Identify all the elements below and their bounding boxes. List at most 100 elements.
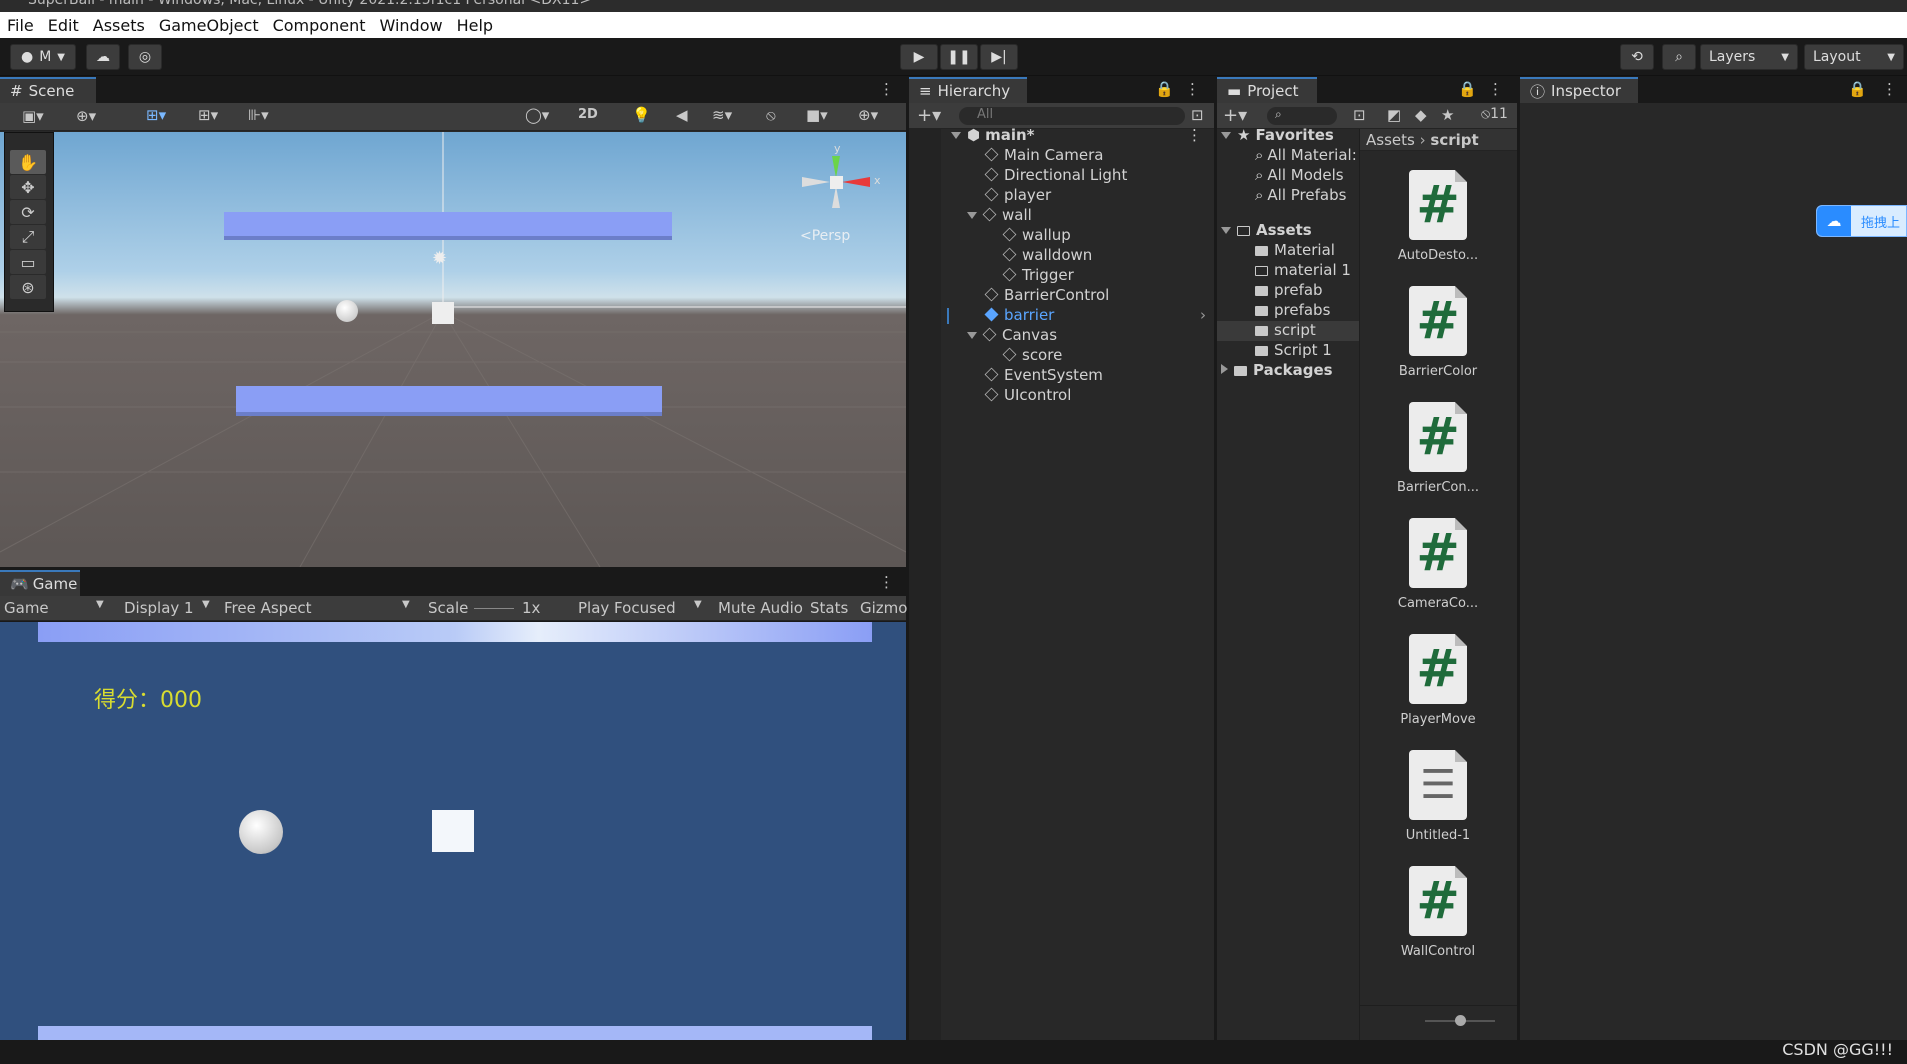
folder-item[interactable]: material 1 [1217,261,1359,281]
move-tool-icon[interactable]: ✥ [10,175,46,199]
more-icon[interactable]: ⋮ [1185,80,1200,98]
menu-assets[interactable]: Assets [86,16,152,35]
transform-tool-icon[interactable]: ⊛ [10,275,46,299]
effects-icon[interactable]: ≋▾ [712,106,732,124]
hierarchy-item[interactable]: walldown [909,246,1214,266]
rotate-tool-icon[interactable]: ⟳ [10,200,46,224]
hierarchy-item[interactable]: player [909,186,1214,206]
hierarchy-item[interactable]: wall [909,206,1214,226]
search-options-icon[interactable]: ⊡ [1353,106,1366,124]
hierarchy-item[interactable]: Directional Light [909,166,1214,186]
menu-gameobject[interactable]: GameObject [152,16,266,35]
more-icon[interactable]: ⋮ [879,573,894,591]
collab-button[interactable]: ◎ [128,44,162,70]
lock-icon[interactable]: 🔒 [1458,80,1477,98]
tab-game[interactable]: 🎮 Game [0,570,80,596]
script-asset[interactable]: # BarrierCon... [1366,402,1510,495]
visibility-icon[interactable]: ⦸ [766,106,776,124]
menu-window[interactable]: Window [372,16,449,35]
layers-dropdown[interactable]: Layers ▼ [1700,44,1798,70]
rect-tool-icon[interactable]: ▭ [10,250,46,274]
add-icon[interactable]: +▾ [917,105,941,126]
folder-item[interactable]: prefabs [1217,301,1359,321]
expand-arrow-icon[interactable] [967,212,977,219]
chevron-right-icon[interactable]: › [1200,306,1206,324]
hierarchy-item[interactable]: BarrierControl [909,286,1214,306]
globe-icon[interactable]: ⊕▾ [76,107,96,125]
hand-tool-icon[interactable]: ✋ [10,150,46,174]
lock-icon[interactable]: 🔒 [1155,80,1174,98]
script-asset[interactable]: # PlayerMove [1366,634,1510,727]
layout-dropdown[interactable]: Layout ▼ [1804,44,1904,70]
hierarchy-item[interactable]: Trigger [909,266,1214,286]
tab-scene[interactable]: # Scene [0,77,96,103]
assets-header[interactable]: Assets [1217,221,1359,241]
hidden-packages-toggle[interactable]: ⦸11 [1481,106,1508,122]
folder-item[interactable]: prefab [1217,281,1359,301]
mute-audio-toggle[interactable]: Mute Audio [718,599,803,617]
hierarchy-search-input[interactable]: All [959,107,1185,125]
lock-icon[interactable]: 🔒 [1848,80,1867,98]
orientation-gizmo[interactable]: y x [790,142,890,232]
pause-button[interactable]: ❚❚ [940,44,978,70]
favorites-item[interactable]: ⌕ All Material: [1217,146,1359,166]
stats-toggle[interactable]: Stats [810,599,848,617]
hierarchy-item[interactable]: ⬢ main* ⋮ [909,126,1214,146]
folder-item[interactable]: script [1217,321,1359,341]
baidu-drag-widget[interactable]: ☁ 拖拽上 [1816,205,1907,237]
script-asset[interactable]: # CameraCo... [1366,518,1510,611]
expand-arrow-icon[interactable] [1221,364,1228,374]
folder-item[interactable]: Material [1217,241,1359,261]
favorites-header[interactable]: ★ Favorites [1217,126,1359,146]
display-dropdown[interactable]: Display 1 [124,599,194,617]
ruler-icon[interactable]: ⊪▾ [248,106,269,124]
wallup-object[interactable] [224,212,672,236]
hierarchy-item[interactable]: score [909,346,1214,366]
cloud-button[interactable]: ☁ [86,44,120,70]
script-asset[interactable]: # AutoDesto... [1366,170,1510,263]
2d-toggle[interactable]: 2D [578,107,598,122]
play-button[interactable]: ▶ [900,44,938,70]
shading-icon[interactable]: ◯▾ [525,106,549,124]
walldown-object[interactable] [236,386,662,412]
game-viewport[interactable]: 得分：000 [0,622,906,1040]
packages-header[interactable]: Packages [1217,361,1359,381]
step-button[interactable]: ▶| [980,44,1018,70]
play-focused-dropdown[interactable]: Play Focused [578,599,676,617]
favorite-icon[interactable]: ★ [1441,106,1454,124]
scene-viewport[interactable]: ✹ y x <Persp ✋ ✥ ⟳ ⤢ ▭ ⊛ [0,132,906,567]
audio-icon[interactable]: ◀ [676,106,688,124]
project-search-input[interactable]: ⌕ [1267,107,1337,125]
more-icon[interactable]: ⋮ [879,80,894,98]
scale-slider[interactable] [474,608,514,609]
grid-icon[interactable]: ⊞▾ [198,106,218,124]
light-icon[interactable]: 💡 [632,106,651,124]
add-icon[interactable]: +▾ [1223,105,1247,126]
text-asset[interactable]: ☰ Untitled-1 [1366,750,1510,843]
slider-thumb[interactable] [1455,1015,1466,1026]
tab-project[interactable]: ▬ Project [1217,77,1317,103]
tab-hierarchy[interactable]: ≡ Hierarchy [909,77,1027,103]
hierarchy-item[interactable]: Canvas [909,326,1214,346]
menu-component[interactable]: Component [266,16,373,35]
gizmos-icon[interactable]: ⊕▾ [858,106,878,124]
grid-snap-icon[interactable]: ⊞▾ [146,106,166,124]
hierarchy-item[interactable]: EventSystem [909,366,1214,386]
hierarchy-item[interactable]: barrier › [909,306,1214,326]
view-dropdown[interactable]: Game [4,599,49,617]
menu-file[interactable]: File [0,16,41,35]
aspect-dropdown[interactable]: Free Aspect [224,599,312,617]
favorites-item[interactable]: ⌕ All Models [1217,166,1359,186]
menu-help[interactable]: Help [450,16,500,35]
more-icon[interactable]: ⋮ [1187,126,1202,144]
account-button[interactable]: ● M ▼ [10,44,76,70]
script-asset[interactable]: # BarrierColor [1366,286,1510,379]
expand-arrow-icon[interactable] [1221,227,1231,234]
expand-arrow-icon[interactable] [951,132,961,139]
breadcrumb-script[interactable]: script [1430,131,1478,149]
hierarchy-item[interactable]: wallup [909,226,1214,246]
draw-mode-icon[interactable]: ▣▾ [22,107,44,125]
search-options-icon[interactable]: ⊡ [1191,106,1204,124]
gizmos-toggle[interactable]: Gizmo [860,599,907,617]
menu-edit[interactable]: Edit [41,16,86,35]
